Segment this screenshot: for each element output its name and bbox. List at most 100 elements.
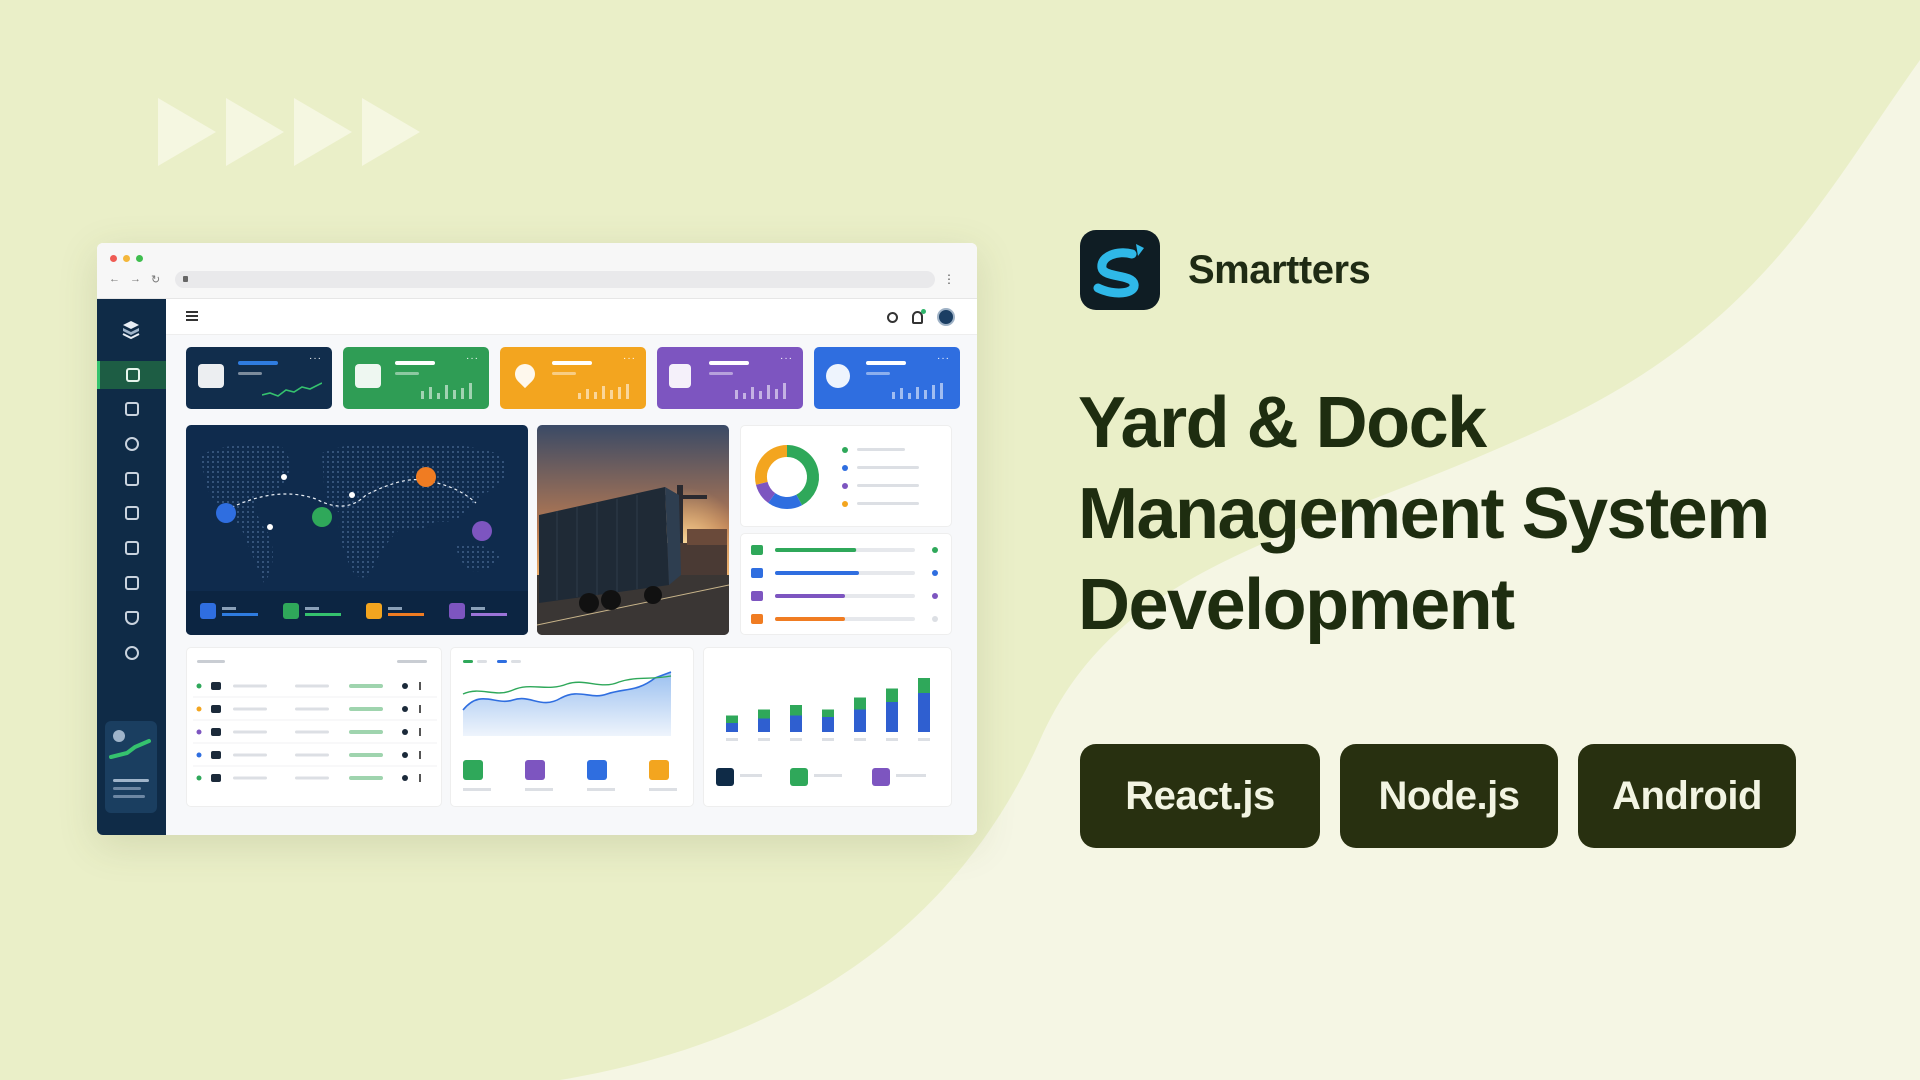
world-map-card <box>186 425 528 635</box>
location-pin-icon <box>402 775 408 781</box>
progress-card <box>740 533 952 635</box>
location-pin-icon <box>402 752 408 758</box>
table-cell <box>233 707 267 711</box>
transport-icon <box>211 751 221 759</box>
truck-icon <box>198 364 224 388</box>
truck-marker-icon <box>312 507 332 527</box>
table-cell <box>233 730 267 734</box>
decorative-arrows <box>158 98 420 166</box>
table-cell <box>349 684 383 688</box>
table-cell <box>233 753 267 757</box>
plane-marker-icon <box>416 467 436 487</box>
table-cell <box>295 707 329 711</box>
table-cell <box>295 753 329 757</box>
status-dot <box>196 729 202 735</box>
window-controls <box>110 255 143 262</box>
location-pin-icon <box>402 683 408 689</box>
dashboard-mockup: ← → ↻ ⋮ ··· ··· ··· ··· ··· <box>97 243 977 835</box>
location-pin-icon <box>402 706 408 712</box>
headline-line-2: Management System <box>1078 474 1770 554</box>
area-chart-card <box>450 647 694 807</box>
kpi-card-tasks: ··· <box>657 347 803 409</box>
bar-segment <box>790 715 802 732</box>
kebab-menu-icon <box>419 774 421 782</box>
brand: Smartters <box>1080 230 1371 310</box>
kpi-card-locations: ··· <box>500 347 646 409</box>
ship-marker-icon <box>216 503 236 523</box>
progress-fill <box>775 571 859 575</box>
analytics-icon <box>124 576 139 590</box>
box-icon <box>124 472 139 486</box>
check-circle-icon <box>826 364 850 388</box>
tag-android: Android <box>1578 744 1796 848</box>
headline-line-1: Yard & Dock <box>1078 383 1487 463</box>
route-icon <box>124 437 139 451</box>
smartters-logo-icon <box>1080 230 1160 310</box>
clipboard-icon <box>669 364 691 388</box>
transport-icon <box>211 728 221 736</box>
warehouse-icon <box>124 506 139 520</box>
sidebar-item-trucks <box>97 395 166 423</box>
bar-segment <box>790 705 802 716</box>
bar-segment <box>918 693 930 732</box>
location-pin-icon <box>402 729 408 735</box>
status-dot <box>932 547 938 553</box>
table-cell <box>349 707 383 711</box>
forward-arrow-icon: → <box>130 273 141 285</box>
bar-segment <box>822 717 834 732</box>
headline-line-3: Development <box>1078 565 1515 645</box>
axis-tick <box>854 738 866 741</box>
progress-bars <box>751 545 938 624</box>
bar-segment <box>726 715 738 723</box>
status-dot <box>932 570 938 576</box>
sidebar-item-dashboard <box>97 361 166 389</box>
kpi-cards: ··· ··· ··· ··· ··· <box>186 347 960 409</box>
dashboard-main: ··· ··· ··· ··· ··· <box>166 299 977 835</box>
reload-icon: ↻ <box>151 274 161 286</box>
tag-react: React.js <box>1080 744 1320 848</box>
stacked-bar-chart <box>716 678 930 786</box>
play-arrow-icon <box>362 98 420 166</box>
status-dot <box>196 706 202 712</box>
play-arrow-icon <box>226 98 284 166</box>
donut-chart <box>755 445 919 509</box>
bar-chart-card <box>703 647 952 807</box>
app-logo-icon <box>122 321 140 340</box>
search-icon <box>887 311 898 323</box>
kebab-menu-icon: ⋮ <box>943 272 955 286</box>
bar-segment <box>854 709 866 732</box>
ship-icon <box>124 541 139 555</box>
table-cell <box>349 730 383 734</box>
sidebar-item-inventory <box>97 465 166 493</box>
hamburger-menu-icon <box>186 311 198 321</box>
kebab-menu-icon <box>419 728 421 736</box>
sidebar-item-analytics <box>97 569 166 597</box>
shield-icon <box>124 611 139 625</box>
bar-segment <box>918 678 930 693</box>
bar-segment <box>726 723 738 732</box>
table-cell <box>349 753 383 757</box>
location-pin-icon <box>510 359 540 389</box>
address-bar <box>175 271 935 288</box>
truck-icon <box>751 545 763 555</box>
sidebar-profile-card <box>105 721 157 813</box>
donut-slice <box>768 492 803 509</box>
bar-segment <box>886 702 898 732</box>
truck-icon <box>124 402 139 416</box>
dashboard-topbar <box>166 299 977 335</box>
axis-tick <box>726 738 738 741</box>
table-cell <box>233 684 267 688</box>
minimize-dot-icon <box>123 255 130 262</box>
brand-name: Smartters <box>1188 247 1371 292</box>
tech-tags: React.js Node.js Android <box>1080 744 1796 848</box>
status-dot <box>932 616 938 622</box>
shipments-table-card <box>186 647 442 807</box>
progress-fill <box>775 594 845 598</box>
browser-chrome: ← → ↻ ⋮ <box>97 243 977 299</box>
kpi-card-inventory: ··· <box>343 347 489 409</box>
play-arrow-icon <box>294 98 352 166</box>
kebab-menu-icon <box>419 705 421 713</box>
axis-tick <box>822 738 834 741</box>
status-dot <box>196 752 202 758</box>
axis-tick <box>918 738 930 741</box>
